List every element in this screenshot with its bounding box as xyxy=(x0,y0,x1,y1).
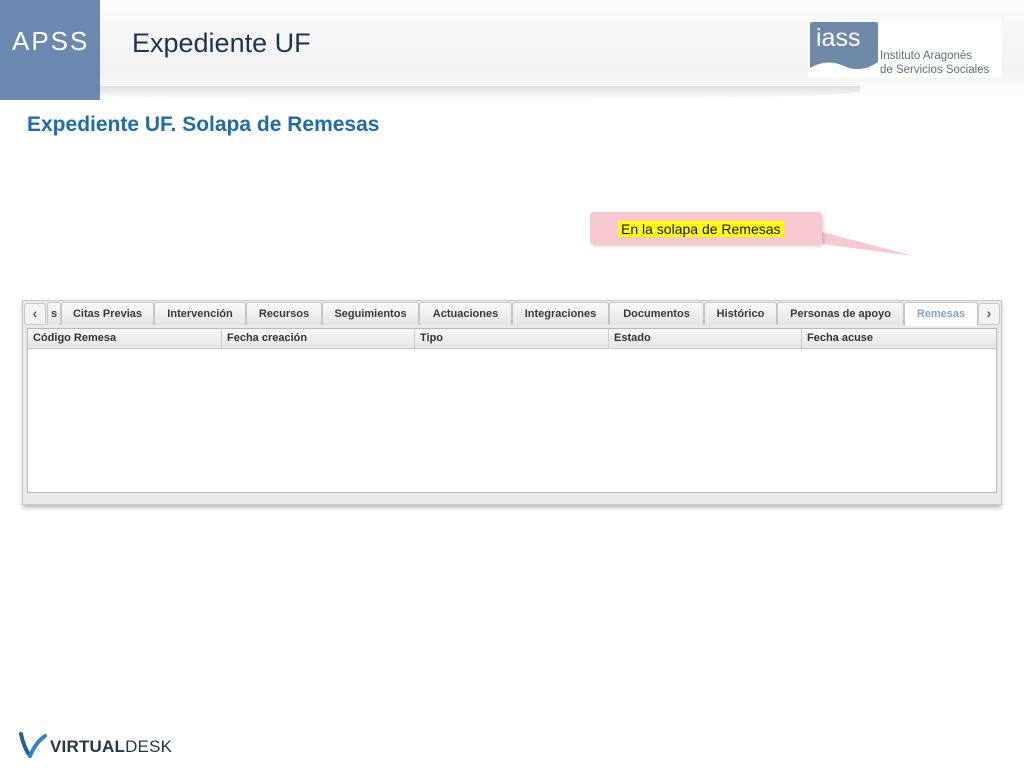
callout-pointer xyxy=(822,232,914,256)
callout-text: En la solapa de Remesas xyxy=(618,221,784,237)
tab-panel: ‹ s Citas Previas Intervención Recursos … xyxy=(22,300,1002,505)
tab-label: Remesas xyxy=(916,308,966,320)
column-header-codigo-remesa[interactable]: Código Remesa xyxy=(28,329,222,348)
tab-historico[interactable]: Histórico xyxy=(704,302,777,325)
tab-personas-de-apoyo[interactable]: Personas de apoyo xyxy=(777,302,904,325)
tab-label: Actuaciones xyxy=(432,308,499,320)
virtualdesk-mark-icon xyxy=(19,732,47,758)
tab-intervencion[interactable]: Intervención xyxy=(154,302,246,325)
tab-label: Citas Previas xyxy=(72,308,143,320)
chevron-right-icon[interactable]: › xyxy=(978,303,1000,325)
tab-remesas[interactable]: Remesas xyxy=(904,302,978,326)
tab-label: s xyxy=(50,308,58,320)
remesas-grid: Código Remesa Fecha creación Tipo Estado… xyxy=(27,328,997,493)
tab-label: Intervención xyxy=(167,308,233,320)
column-header-fecha-creacion[interactable]: Fecha creación xyxy=(222,329,415,348)
tab-integraciones[interactable]: Integraciones xyxy=(512,302,609,325)
tab-label: Personas de apoyo xyxy=(790,308,891,320)
tab-seguimientos[interactable]: Seguimientos xyxy=(322,302,419,325)
tab-bar: ‹ s Citas Previas Intervención Recursos … xyxy=(23,301,1001,326)
tab-actuaciones[interactable]: Actuaciones xyxy=(419,302,512,325)
tab-label: Documentos xyxy=(623,308,690,320)
virtualdesk-text-rest: DESK xyxy=(125,737,173,756)
tab-recursos[interactable]: Recursos xyxy=(246,302,322,325)
column-header-estado[interactable]: Estado xyxy=(609,329,802,348)
chevron-left-icon[interactable]: ‹ xyxy=(24,303,46,325)
tab-label: Integraciones xyxy=(524,308,597,320)
tab-partial[interactable]: s xyxy=(47,302,61,325)
column-header-fecha-acuse[interactable]: Fecha acuse xyxy=(802,329,996,348)
column-header-tipo[interactable]: Tipo xyxy=(415,329,609,348)
tab-documentos[interactable]: Documentos xyxy=(609,302,704,325)
tab-label: Histórico xyxy=(716,308,765,320)
grid-body xyxy=(28,349,996,492)
callout: En la solapa de Remesas xyxy=(590,212,822,245)
virtualdesk-logo: VIRTUALDESK xyxy=(18,728,178,760)
tab-citas-previas[interactable]: Citas Previas xyxy=(61,302,154,325)
tab-label: Seguimientos xyxy=(334,308,407,320)
grid-header: Código Remesa Fecha creación Tipo Estado… xyxy=(28,329,996,349)
tab-label: Recursos xyxy=(258,308,310,320)
virtualdesk-text: VIRTUALDESK xyxy=(50,737,172,757)
virtualdesk-text-bold: VIRTUAL xyxy=(50,737,126,756)
